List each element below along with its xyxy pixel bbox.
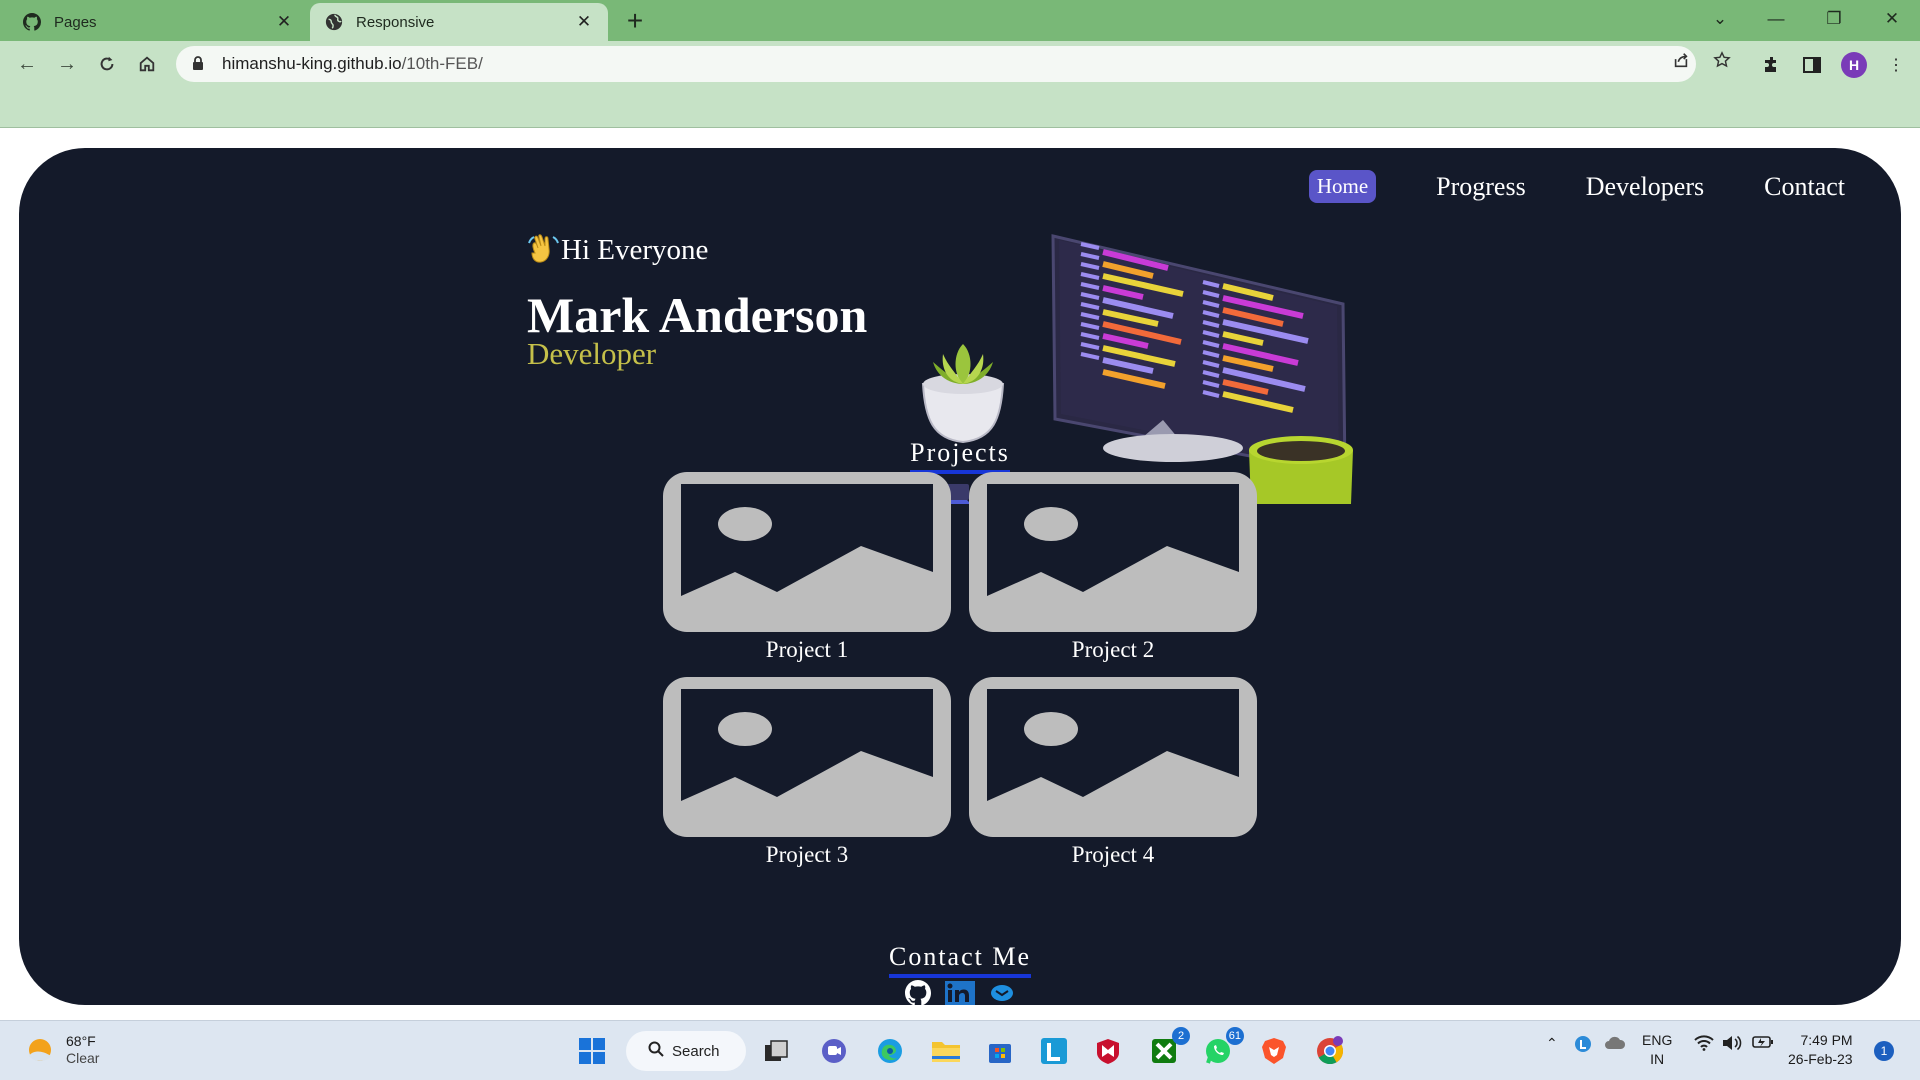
- linkedin-icon[interactable]: [945, 980, 975, 1005]
- minimize-button[interactable]: —: [1761, 6, 1791, 32]
- file-explorer-icon[interactable]: [928, 1033, 964, 1069]
- side-panel-icon[interactable]: [1800, 53, 1824, 77]
- microsoft-store-icon[interactable]: [982, 1033, 1018, 1069]
- tab-responsive[interactable]: Responsive ✕: [310, 3, 608, 41]
- hero-role: Developer: [527, 336, 657, 371]
- weather-widget[interactable]: 68°F Clear: [24, 1033, 99, 1067]
- nav-developers[interactable]: Developers: [1586, 172, 1704, 202]
- wifi-icon[interactable]: [1694, 1035, 1714, 1054]
- contact-heading: Contact Me: [19, 942, 1901, 978]
- windows-start-icon[interactable]: [574, 1033, 610, 1069]
- clock-time: 7:49 PM: [1800, 1032, 1853, 1048]
- image-placeholder-icon: [969, 472, 1257, 632]
- taskbar-search[interactable]: Search: [626, 1031, 746, 1071]
- plant-illustration: [921, 344, 1005, 444]
- project-name: Project 3: [765, 842, 849, 867]
- nav-progress[interactable]: Progress: [1436, 172, 1526, 202]
- clock-date: 26-Feb-23: [1788, 1051, 1853, 1067]
- github-icon: [22, 12, 42, 32]
- forward-button[interactable]: →: [52, 49, 82, 79]
- search-label: Search: [672, 1042, 720, 1060]
- project-name: Project 1: [765, 637, 849, 662]
- url-text: himanshu-king.github.io/10th-FEB/: [222, 54, 483, 73]
- project-name: Project 4: [1071, 842, 1155, 867]
- restore-button[interactable]: ❐: [1819, 6, 1849, 32]
- volume-icon[interactable]: [1722, 1035, 1742, 1054]
- nav-contact[interactable]: Contact: [1764, 172, 1845, 202]
- profile-avatar[interactable]: H: [1841, 52, 1867, 78]
- project-card[interactable]: Project 3: [663, 677, 951, 868]
- launcher-l-icon[interactable]: [1036, 1033, 1072, 1069]
- browser-infobar-strip: [0, 87, 1920, 128]
- nav-home[interactable]: Home: [1308, 170, 1377, 203]
- edge-browser-icon[interactable]: [872, 1033, 908, 1069]
- reload-button[interactable]: [92, 49, 122, 79]
- image-placeholder-icon: [969, 677, 1257, 837]
- task-view-icon[interactable]: [758, 1033, 794, 1069]
- page-viewport: Home Progress Developers Contact Hi Ever…: [0, 128, 1920, 1020]
- greeting: Hi Everyone: [527, 233, 708, 267]
- close-window-button[interactable]: ✕: [1877, 6, 1907, 32]
- project-card[interactable]: Project 2: [969, 472, 1257, 663]
- lightshot-tray-icon[interactable]: [1574, 1035, 1592, 1056]
- tab-pages[interactable]: Pages ✕: [8, 3, 308, 41]
- greeting-text: Hi Everyone: [561, 234, 709, 266]
- social-links: [19, 980, 1901, 1005]
- whatsapp-badge: 61: [1225, 1027, 1244, 1045]
- image-placeholder-icon: [663, 472, 951, 632]
- windows-taskbar: 68°F Clear Search 2 61 ⌃ ENG IN 7:49 PM …: [0, 1020, 1920, 1080]
- notification-badge[interactable]: 1: [1874, 1041, 1894, 1061]
- new-tab-button[interactable]: +: [620, 6, 650, 36]
- browser-toolbar: ← → himanshu-king.github.io/10th-FEB/ H …: [0, 41, 1920, 87]
- home-button[interactable]: [132, 49, 162, 79]
- tab-search-chevron-icon[interactable]: ⌄: [1705, 6, 1735, 32]
- mcafee-icon[interactable]: [1090, 1033, 1126, 1069]
- whatsapp-icon[interactable]: 61: [1200, 1027, 1244, 1069]
- xbox-badge: 2: [1172, 1027, 1190, 1045]
- show-hidden-icons-chevron-icon[interactable]: ⌃: [1546, 1035, 1558, 1052]
- lock-icon: [192, 56, 206, 72]
- project-card[interactable]: Project 4: [969, 677, 1257, 868]
- github-icon[interactable]: [903, 980, 933, 1005]
- battery-icon[interactable]: [1752, 1035, 1774, 1052]
- search-icon: [648, 1041, 664, 1061]
- tab-title: Responsive: [356, 13, 435, 31]
- chrome-icon[interactable]: [1312, 1033, 1348, 1069]
- address-bar[interactable]: himanshu-king.github.io/10th-FEB/: [176, 46, 1696, 82]
- kebab-menu-icon[interactable]: ⋮: [1884, 53, 1908, 77]
- teams-chat-icon[interactable]: [816, 1033, 852, 1069]
- globe-icon: [324, 12, 344, 32]
- bookmark-star-icon[interactable]: [1711, 49, 1733, 71]
- share-icon[interactable]: [1670, 49, 1692, 71]
- xbox-icon[interactable]: 2: [1146, 1027, 1190, 1069]
- weather-condition: Clear: [66, 1050, 100, 1066]
- browser-tab-bar: Pages ✕ Responsive ✕ + ⌄ — ❐ ✕: [0, 0, 1920, 41]
- close-icon[interactable]: ✕: [574, 12, 594, 32]
- project-name: Project 2: [1071, 637, 1155, 662]
- waving-hand-icon: [527, 233, 561, 267]
- onedrive-cloud-icon[interactable]: [1604, 1035, 1626, 1054]
- portfolio-site: Home Progress Developers Contact Hi Ever…: [19, 148, 1901, 1005]
- clock[interactable]: 7:49 PM 26-Feb-23: [1788, 1031, 1853, 1069]
- back-button[interactable]: ←: [12, 49, 42, 79]
- projects-heading: Projects: [19, 438, 1901, 474]
- email-icon[interactable]: [987, 980, 1017, 1005]
- sun-icon: [24, 1034, 56, 1066]
- brave-browser-icon[interactable]: [1256, 1033, 1292, 1069]
- image-placeholder-icon: [663, 677, 951, 837]
- site-nav: Home Progress Developers Contact: [1249, 170, 1845, 203]
- close-icon[interactable]: ✕: [274, 12, 294, 32]
- project-card[interactable]: Project 1: [663, 472, 951, 663]
- extensions-icon[interactable]: [1760, 53, 1784, 77]
- tab-title: Pages: [54, 13, 97, 31]
- weather-temp: 68°F: [66, 1033, 96, 1049]
- language-indicator[interactable]: ENG IN: [1642, 1031, 1672, 1069]
